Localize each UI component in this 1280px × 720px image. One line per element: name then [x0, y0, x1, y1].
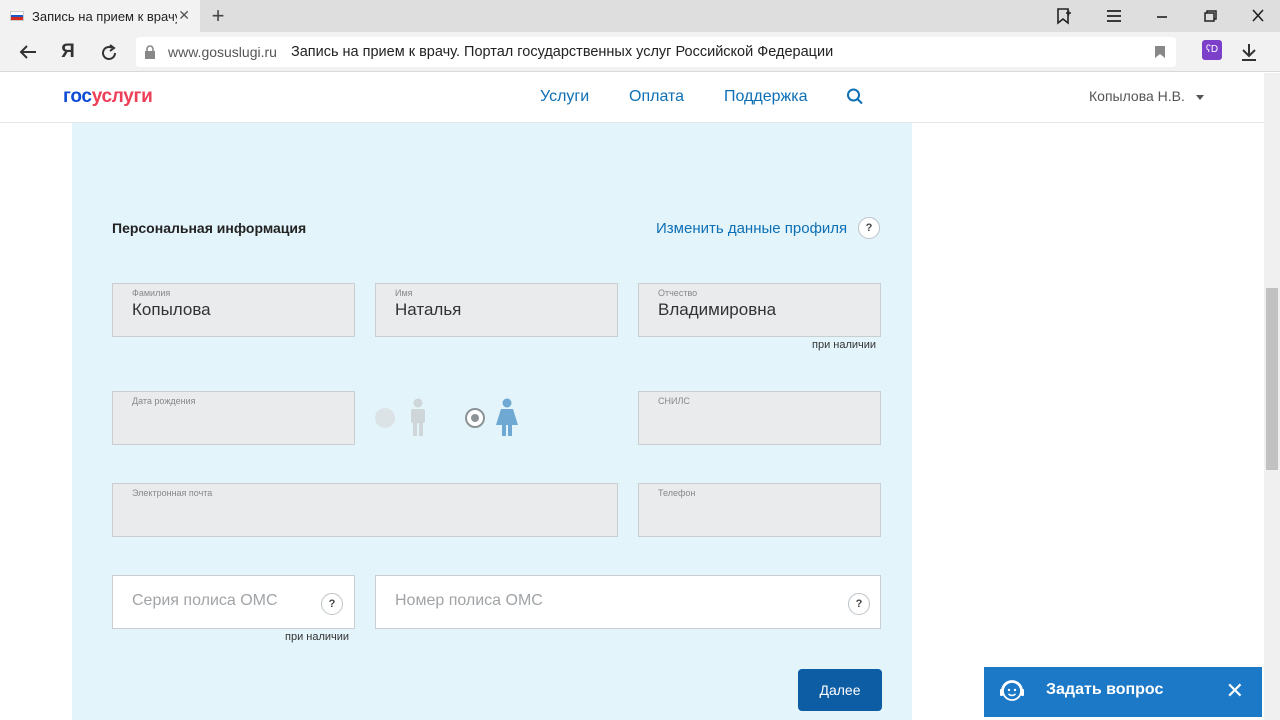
chevron-down-icon	[1195, 95, 1204, 100]
browser-tab[interactable]: Запись на прием к врачу ✕	[0, 0, 200, 32]
yandex-logo-icon[interactable]: Я	[56, 41, 80, 63]
patronymic-hint: при наличии	[812, 339, 877, 351]
personal-info-panel: Персональная информация Изменить данные …	[72, 123, 912, 720]
phone-field[interactable]: Телефон	[638, 483, 881, 537]
first-name-field[interactable]: Имя Наталья	[375, 283, 618, 337]
reload-icon[interactable]	[97, 43, 121, 63]
field-label: СНИЛС	[658, 396, 690, 406]
field-placeholder: Номер полиса ОМС	[395, 592, 543, 609]
email-field[interactable]: Электронная почта	[112, 483, 618, 537]
section-title: Персональная информация	[112, 220, 307, 236]
back-arrow-icon[interactable]	[16, 43, 40, 61]
russian-flag-icon	[10, 11, 24, 21]
search-icon[interactable]	[846, 87, 864, 107]
menu-icon[interactable]	[1102, 8, 1126, 24]
edit-profile-link[interactable]: Изменить данные профиля	[656, 220, 847, 237]
url-field[interactable]: www.gosuslugi.ru Запись на прием к врачу…	[136, 37, 1176, 67]
url-domain: www.gosuslugi.ru	[168, 44, 277, 60]
user-menu[interactable]: Копылова Н.В.	[1089, 88, 1205, 104]
minimize-icon[interactable]	[1150, 8, 1174, 24]
tab-close-icon[interactable]: ✕	[178, 7, 190, 24]
help-icon[interactable]: ?	[848, 593, 870, 615]
female-figure-icon	[496, 398, 518, 436]
ask-question-widget[interactable]: Задать вопрос ✕	[984, 667, 1262, 717]
scrollbar-thumb[interactable]	[1266, 288, 1278, 470]
download-icon[interactable]	[1240, 42, 1258, 62]
tab-title: Запись на прием к врачу	[32, 8, 177, 24]
new-tab-button[interactable]: +	[206, 3, 230, 29]
oms-series-input[interactable]: Серия полиса ОМС ?	[112, 575, 355, 629]
snils-field[interactable]: СНИЛС	[638, 391, 881, 445]
field-label: Дата рождения	[132, 396, 196, 406]
male-figure-icon	[411, 398, 425, 436]
restore-icon[interactable]	[1198, 8, 1222, 24]
close-icon[interactable]: ✕	[1226, 678, 1244, 704]
gender-male-radio[interactable]	[375, 408, 395, 428]
browser-tab-bar: Запись на прием к врачу ✕ +	[0, 0, 1280, 32]
lock-icon	[145, 45, 155, 59]
field-label: Имя	[395, 288, 413, 298]
oms-number-input[interactable]: Номер полиса ОМС ?	[375, 575, 881, 629]
field-value: Наталья	[395, 300, 462, 319]
extension-icon[interactable]: ʕD	[1202, 40, 1222, 60]
help-icon[interactable]: ?	[321, 593, 343, 615]
nav-services[interactable]: Услуги	[540, 88, 589, 106]
oms-series-hint: при наличии	[285, 631, 350, 643]
gosuslugi-logo[interactable]: госуслуги	[63, 86, 153, 108]
user-name: Копылова Н.В.	[1089, 88, 1185, 104]
last-name-field[interactable]: Фамилия Копылова	[112, 283, 355, 337]
field-placeholder: Серия полиса ОМС	[132, 592, 278, 609]
field-label: Фамилия	[132, 288, 171, 298]
nav-support[interactable]: Поддержка	[724, 88, 807, 106]
field-label: Электронная почта	[132, 488, 213, 498]
birth-date-field[interactable]: Дата рождения	[112, 391, 355, 445]
field-label: Отчество	[658, 288, 698, 298]
url-page-title: Запись на прием к врачу. Портал государс…	[290, 44, 834, 60]
gender-female-radio[interactable]	[465, 408, 485, 428]
field-value: Владимировна	[658, 300, 777, 319]
support-agent-icon	[1000, 680, 1024, 701]
address-bar: Я www.gosuslugi.ru Запись на прием к вра…	[0, 32, 1280, 72]
close-window-icon[interactable]	[1246, 8, 1270, 24]
field-value: Копылова	[132, 300, 211, 319]
ask-question-label: Задать вопрос	[1046, 681, 1164, 698]
help-icon[interactable]: ?	[858, 217, 880, 239]
site-header: госуслуги Услуги Оплата Поддержка Копыло…	[0, 73, 1280, 123]
field-label: Телефон	[658, 488, 696, 498]
patronymic-field[interactable]: Отчество Владимировна	[638, 283, 881, 337]
nav-payment[interactable]: Оплата	[629, 88, 684, 106]
bookmark-icon[interactable]	[1154, 45, 1166, 59]
next-button[interactable]: Далее	[798, 669, 882, 711]
bookmarks-icon[interactable]	[1052, 6, 1076, 26]
